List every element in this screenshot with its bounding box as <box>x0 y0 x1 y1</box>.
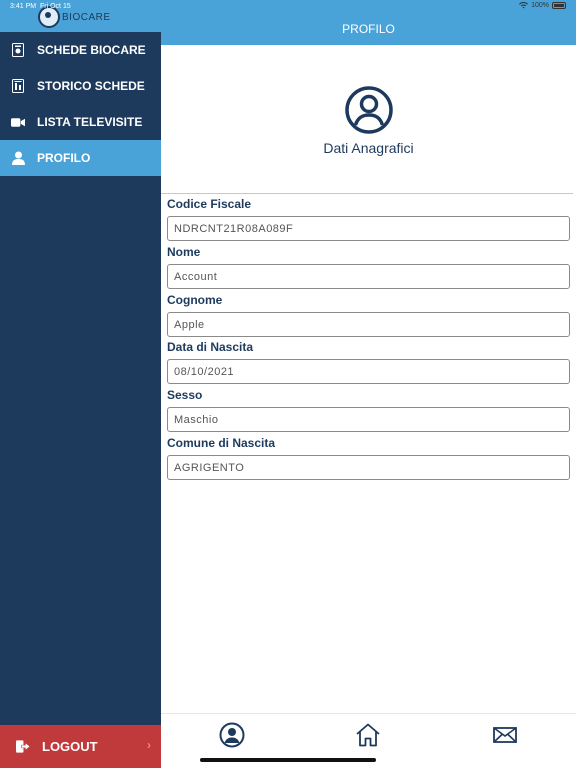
app-root: 3:41 PM Fri Oct 15 100% BIOCARE SCHEDE B… <box>0 0 576 768</box>
page-title: PROFILO <box>342 22 395 36</box>
sidebar-item-storico-schede[interactable]: STORICO SCHEDE <box>0 68 161 104</box>
battery-percent: 100% <box>531 2 549 9</box>
chevron-right-icon: › <box>147 738 151 752</box>
comune-nascita-field[interactable]: AGRIGENTO <box>167 455 570 480</box>
top-bar: PROFILO <box>161 0 576 45</box>
archive-icon <box>11 79 25 93</box>
logout-icon <box>16 740 30 754</box>
data-nascita-field[interactable]: 08/10/2021 <box>167 359 570 384</box>
video-icon <box>11 115 25 129</box>
sidebar-item-label: PROFILO <box>37 151 91 165</box>
cognome-label: Cognome <box>167 293 223 307</box>
cognome-field[interactable]: Apple <box>167 312 570 337</box>
battery-icon <box>552 2 566 9</box>
sidebar-item-lista-televisite[interactable]: LISTA TELEVISITE <box>0 104 161 140</box>
user-avatar-icon <box>344 86 393 134</box>
codice-fiscale-field[interactable]: NDRCNT21R08A089F <box>167 216 570 241</box>
card-icon <box>11 43 25 57</box>
sidebar-item-label: SCHEDE BIOCARE <box>37 43 146 57</box>
mail-icon[interactable] <box>492 722 518 748</box>
person-icon <box>11 151 25 165</box>
divider <box>161 193 573 194</box>
nome-label: Nome <box>167 245 201 259</box>
status-time: 3:41 PM <box>10 3 37 10</box>
status-date: Fri Oct 15 <box>40 3 71 10</box>
section-title: Dati Anagrafici <box>323 140 414 156</box>
profile-header: Dati Anagrafici <box>161 86 576 156</box>
status-indicators: 100% <box>519 2 566 9</box>
nome-field[interactable]: Account <box>167 264 570 289</box>
sidebar-item-schede-biocare[interactable]: SCHEDE BIOCARE <box>0 32 161 68</box>
logout-label: LOGOUT <box>42 739 98 754</box>
sidebar: BIOCARE SCHEDE BIOCARE STORICO SCHEDE LI… <box>0 0 161 768</box>
comune-nascita-label: Comune di Nascita <box>167 436 276 450</box>
home-icon[interactable] <box>355 722 381 748</box>
home-indicator[interactable] <box>200 758 376 762</box>
sidebar-item-label: STORICO SCHEDE <box>37 79 145 93</box>
sidebar-item-profilo[interactable]: PROFILO <box>0 140 161 176</box>
codice-fiscale-label: Codice Fiscale <box>167 197 252 211</box>
data-nascita-label: Data di Nascita <box>167 340 254 354</box>
profile-tab-icon[interactable] <box>219 722 245 748</box>
logout-button[interactable]: LOGOUT › <box>0 725 161 768</box>
logo-text: BIOCARE <box>62 11 111 23</box>
sesso-label: Sesso <box>167 388 203 402</box>
sidebar-item-label: LISTA TELEVISITE <box>37 115 143 129</box>
wifi-icon <box>519 2 529 9</box>
sesso-field[interactable]: Maschio <box>167 407 570 432</box>
